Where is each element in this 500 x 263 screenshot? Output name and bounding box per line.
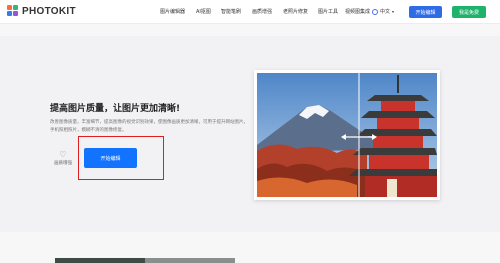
top-nav: PHOTOKIT 图片编辑器 AI抠图 智能笔刷 画质增强 老照片修复 图片工具… — [0, 0, 500, 24]
menu-item-photo-restore[interactable]: 老照片修复 — [283, 8, 308, 15]
comparison-image-card — [254, 70, 440, 200]
menu-item-smart-brush[interactable]: 智能笔刷 — [221, 8, 241, 15]
chevron-down-icon: ▾ — [392, 9, 395, 14]
nav-free-button[interactable]: 我是免费 — [452, 6, 486, 18]
menu-item-photo-editor[interactable]: 图片编辑器 — [160, 8, 185, 15]
globe-icon — [372, 8, 378, 15]
language-selector[interactable]: 中文 ▾ — [372, 8, 394, 15]
nav-edit-button[interactable]: 开始编辑 — [409, 6, 442, 18]
heart-icon: ♡ — [59, 150, 67, 159]
next-section-preview-right — [145, 258, 235, 263]
logo[interactable]: PHOTOKIT — [7, 5, 76, 17]
language-label: 中文 — [380, 9, 391, 15]
menu-item-video-collection[interactable]: 视频图集成 — [345, 8, 370, 15]
feature-label: 画质增强 — [54, 161, 72, 166]
menu-item-ai-cutout[interactable]: AI抠图 — [196, 8, 211, 15]
start-edit-button[interactable]: 开始编辑 — [84, 148, 137, 168]
page-title: 提高图片质量，让图片更加清晰! — [50, 104, 181, 114]
menu-item-quality-enhance[interactable]: 画质增强 — [252, 8, 272, 15]
menu-item-photo-tools[interactable]: 图片工具 — [318, 8, 338, 15]
logo-text: PHOTOKIT — [22, 5, 76, 17]
pagoda-fuji-image — [257, 73, 437, 197]
logo-icon — [7, 5, 19, 17]
hero-description: 改善图像质量，丰富细节，提高图像的视觉识别效果，使图像画质更加清晰。可用于提升网… — [50, 120, 248, 133]
feature-quality: ♡ 画质增强 — [53, 150, 73, 166]
